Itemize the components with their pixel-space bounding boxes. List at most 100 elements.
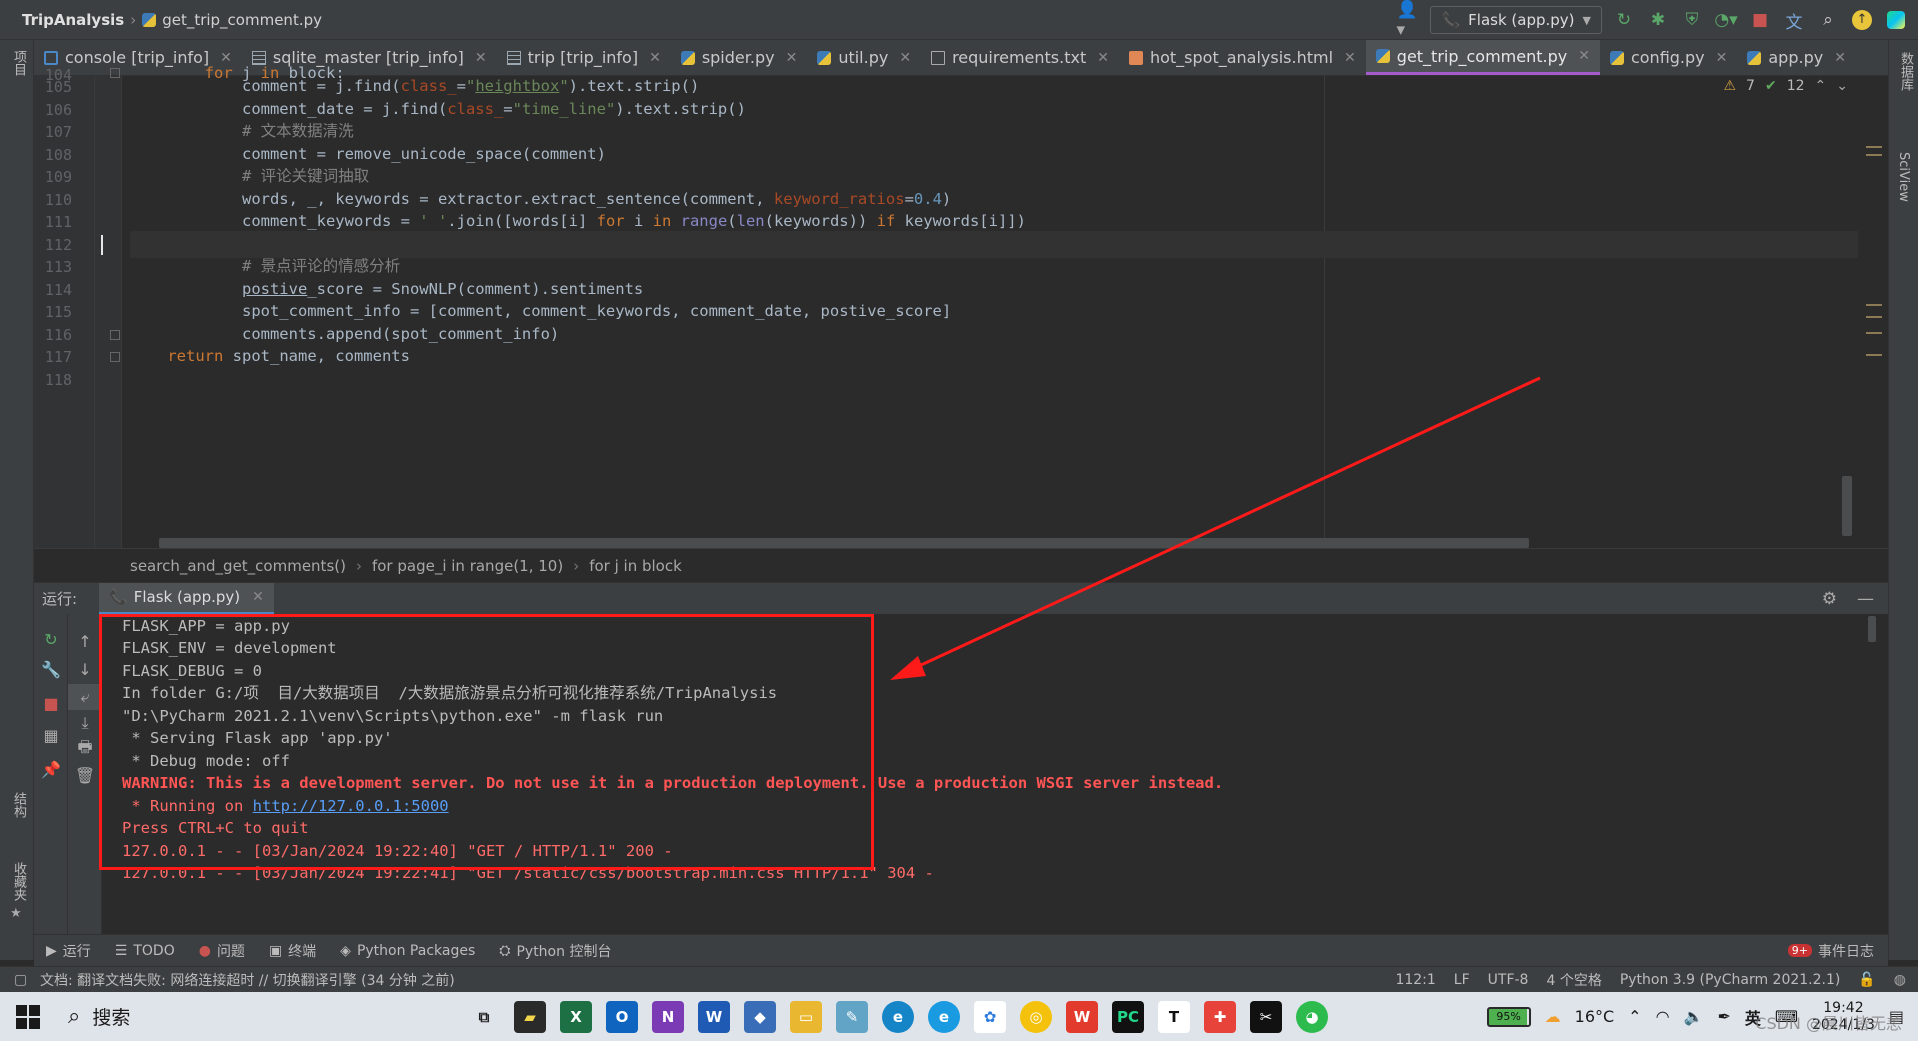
- indent-setting[interactable]: 4 个空格: [1546, 970, 1601, 990]
- soft-wrap-icon[interactable]: ⤶: [68, 684, 102, 710]
- breadcrumb-item[interactable]: for page_i in range(1, 10): [372, 557, 563, 575]
- pycharm-icon[interactable]: PC: [1112, 1000, 1144, 1033]
- windows-start-icon[interactable]: [16, 1004, 40, 1029]
- gear-icon[interactable]: ⚙: [1822, 589, 1837, 609]
- wps-icon[interactable]: W: [1066, 1000, 1098, 1033]
- profile-icon[interactable]: ◔▾: [1714, 8, 1738, 32]
- weather-icon[interactable]: ☁: [1545, 1007, 1561, 1026]
- 3d-box-icon[interactable]: ◆: [744, 1000, 776, 1033]
- fold-marker-icon[interactable]: [110, 68, 120, 78]
- debug-icon[interactable]: ✱: [1646, 8, 1670, 32]
- stop-icon[interactable]: ■: [1748, 8, 1772, 32]
- pen-icon[interactable]: ✒: [1717, 1007, 1730, 1026]
- chrome-icon[interactable]: ◎: [1020, 1000, 1052, 1033]
- event-log-button[interactable]: 9+ 事件日志: [1787, 941, 1874, 961]
- error-stripe-marker[interactable]: [1866, 154, 1882, 156]
- error-stripe-marker[interactable]: [1866, 146, 1882, 148]
- trash-icon[interactable]: 🗑: [68, 762, 102, 788]
- project-name[interactable]: TripAnalysis: [22, 11, 124, 29]
- tool-tab-terminal[interactable]: ▣ 终端: [269, 941, 316, 961]
- word-icon[interactable]: W: [698, 1000, 730, 1033]
- chevron-up-icon[interactable]: ⌃: [1815, 78, 1827, 94]
- jetbrains-icon[interactable]: [1884, 8, 1908, 32]
- rerun-icon[interactable]: ↻: [34, 626, 68, 652]
- arrow-down-icon[interactable]: ↓: [68, 656, 102, 682]
- wifi-icon[interactable]: ◠: [1656, 1007, 1670, 1026]
- update-icon[interactable]: ↑: [1850, 8, 1874, 32]
- console-scrollbar[interactable]: [1868, 616, 1876, 642]
- capcut-icon[interactable]: ✂: [1250, 1000, 1282, 1033]
- file-encoding[interactable]: UTF-8: [1488, 972, 1529, 988]
- error-stripe-marker[interactable]: [1866, 354, 1882, 356]
- tool-tab-python-packages[interactable]: ◈ Python Packages: [340, 943, 475, 959]
- note-app-icon[interactable]: ✎: [836, 1000, 868, 1033]
- inspection-widget[interactable]: ⚠ 7 ✔ 12 ⌃ ⌄: [1723, 78, 1848, 94]
- coverage-icon[interactable]: ⛨: [1680, 8, 1704, 32]
- code-area[interactable]: for j in block: comment = j.find(class_=…: [130, 64, 1858, 516]
- translate-icon[interactable]: 文: [1782, 8, 1806, 33]
- chevron-up-icon[interactable]: ⌃: [1628, 1007, 1641, 1026]
- typora-icon[interactable]: T: [1158, 1000, 1190, 1033]
- line-separator[interactable]: LF: [1454, 972, 1470, 988]
- panel-toggle-icon[interactable]: ▢: [14, 972, 27, 988]
- scroll-to-end-icon[interactable]: ⤓: [68, 710, 102, 736]
- pin-icon[interactable]: 📌: [34, 756, 68, 782]
- error-stripe-marker[interactable]: [1866, 316, 1882, 318]
- fold-marker-icon[interactable]: [110, 330, 120, 340]
- structure-tool-button[interactable]: 结构: [9, 792, 28, 818]
- wechat-icon[interactable]: ◕: [1296, 1000, 1328, 1033]
- folder-icon[interactable]: ▭: [790, 1000, 822, 1033]
- line-number-gutter[interactable]: 104 105 106 107 108 109 110 111 112 113 …: [34, 66, 122, 548]
- minimize-icon[interactable]: —: [1857, 589, 1874, 609]
- tool-tab-label: 终端: [288, 943, 317, 960]
- database-tool-button[interactable]: 数据库: [1896, 52, 1915, 91]
- vertical-scrollbar[interactable]: [1842, 476, 1852, 536]
- close-icon[interactable]: ✕: [252, 589, 264, 605]
- outlook-icon[interactable]: O: [606, 1000, 638, 1033]
- rerun-icon[interactable]: ↻: [1612, 8, 1636, 32]
- breadcrumb-item[interactable]: for j in block: [589, 557, 682, 575]
- layout-icon[interactable]: ▦: [34, 722, 68, 748]
- excel-icon[interactable]: X: [560, 1000, 592, 1033]
- battery-indicator[interactable]: 95%: [1486, 1006, 1531, 1027]
- volume-icon[interactable]: 🔈: [1684, 1007, 1704, 1026]
- run-panel-header: 运行: 📞 Flask (app.py) ✕ ⚙ —: [34, 582, 1888, 615]
- error-stripe-marker[interactable]: [1866, 304, 1882, 306]
- tool-tab-run[interactable]: ▶ 运行: [46, 941, 91, 961]
- interpreter[interactable]: Python 3.9 (PyCharm 2021.2.1): [1620, 972, 1841, 988]
- search-icon[interactable]: ⌕: [1816, 8, 1840, 32]
- project-tool-button[interactable]: 项目: [9, 50, 28, 76]
- code-editor[interactable]: 104 105 106 107 108 109 110 111 112 113 …: [34, 64, 1888, 548]
- memory-icon[interactable]: ◍: [1894, 972, 1906, 988]
- sciview-tool-button[interactable]: SciView: [1896, 152, 1911, 202]
- stop-icon[interactable]: ■: [34, 690, 68, 716]
- xmind-icon[interactable]: ✚: [1204, 1000, 1236, 1033]
- caret-position[interactable]: 112:1: [1395, 972, 1435, 988]
- task-view-icon[interactable]: ⧉: [468, 1001, 500, 1033]
- weather-temp[interactable]: 16°C: [1575, 1007, 1615, 1026]
- onenote-icon[interactable]: N: [652, 1000, 684, 1033]
- lock-icon[interactable]: 🔓: [1858, 972, 1875, 988]
- breadcrumb-item[interactable]: search_and_get_comments(): [130, 557, 346, 575]
- edge-icon[interactable]: e: [882, 1000, 914, 1033]
- error-stripe-marker[interactable]: [1866, 332, 1882, 334]
- taskbar-search[interactable]: ⌕ 搜索: [68, 992, 308, 1041]
- fold-marker-icon[interactable]: [110, 352, 120, 362]
- chevron-down-icon[interactable]: ⌄: [1836, 78, 1848, 94]
- current-file-crumb[interactable]: get_trip_comment.py: [142, 11, 322, 29]
- run-tab-flask[interactable]: 📞 Flask (app.py) ✕: [99, 582, 274, 615]
- cloud-drive-icon[interactable]: ✿: [974, 1000, 1006, 1033]
- arrow-up-icon[interactable]: ↑: [68, 628, 102, 654]
- tool-tab-problems[interactable]: ● 问题: [199, 941, 245, 961]
- favorites-tool-button[interactable]: 收藏夹: [9, 862, 28, 901]
- tool-tab-todo[interactable]: ☰ TODO: [115, 943, 175, 959]
- tool-tab-python-console[interactable]: ⛭ Python 控制台: [499, 941, 611, 961]
- wrench-icon[interactable]: 🔧: [34, 656, 68, 682]
- ie-icon[interactable]: e: [928, 1000, 960, 1033]
- sticky-notes-icon[interactable]: ▰: [514, 1000, 546, 1033]
- status-message[interactable]: 文档: 翻译文档失败: 网络连接超时 // 切换翻译引擎 (34 分钟 之前): [40, 970, 455, 990]
- run-config-select[interactable]: 📞 Flask (app.py) ▼: [1430, 6, 1602, 34]
- print-icon[interactable]: 🖶: [68, 736, 102, 762]
- horizontal-scrollbar[interactable]: [159, 538, 1529, 548]
- user-icon[interactable]: 👤▾: [1396, 0, 1420, 40]
